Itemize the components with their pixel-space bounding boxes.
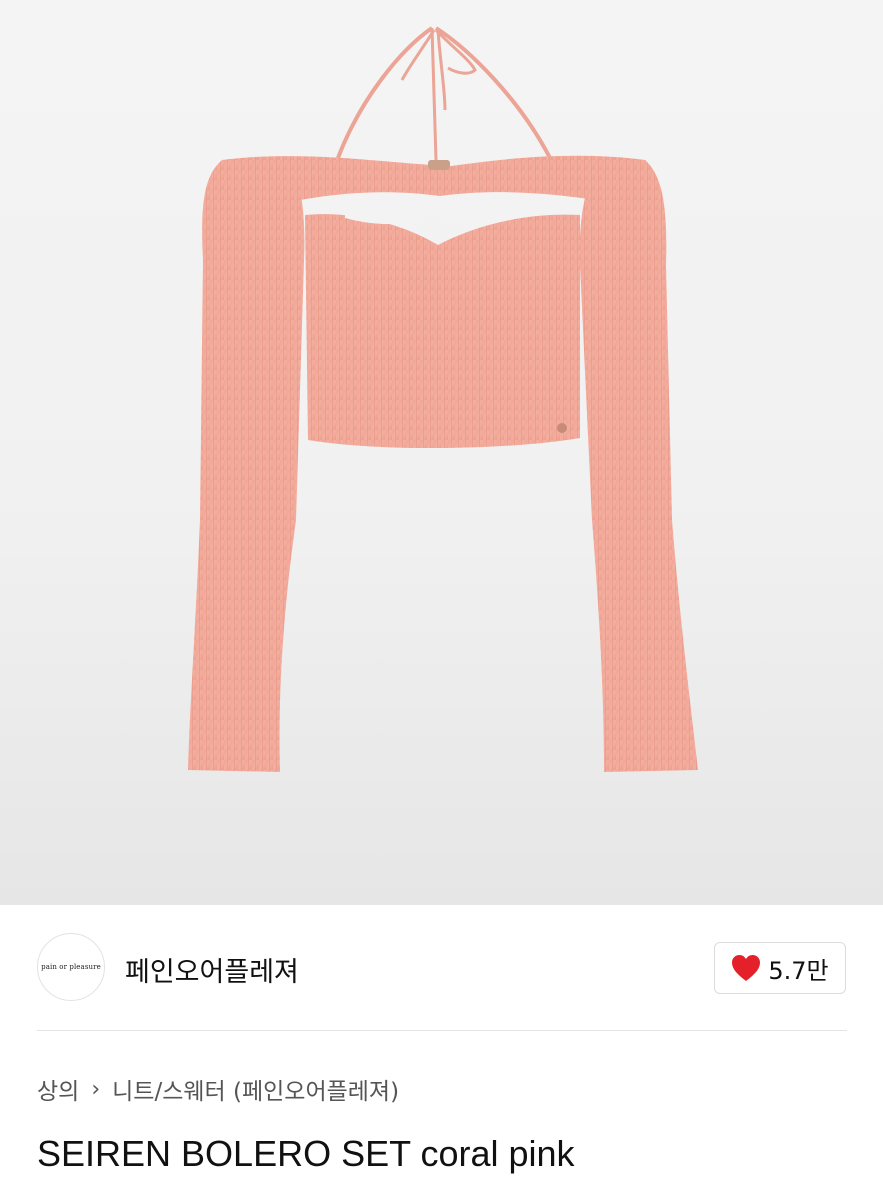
- divider: [37, 1030, 847, 1031]
- chevron-right-icon: ›: [91, 1076, 101, 1102]
- brand-name[interactable]: 페인오어플레져: [125, 950, 299, 989]
- like-count: 5.7만: [768, 956, 829, 985]
- product-image[interactable]: [0, 0, 883, 905]
- heart-icon: [732, 955, 761, 981]
- brand-logo[interactable]: pain or pleasure: [37, 933, 105, 1001]
- breadcrumb: 상의 › 니트/스웨터 (페인오어플레져): [37, 1072, 399, 1106]
- like-button[interactable]: 5.7만: [714, 942, 846, 994]
- knit-top-illustration: [188, 26, 698, 772]
- brand-logo-text: pain or pleasure: [41, 963, 101, 971]
- breadcrumb-category[interactable]: 상의: [37, 1072, 79, 1106]
- product-title: SEIREN BOLERO SET coral pink: [37, 1133, 575, 1174]
- breadcrumb-subcategory[interactable]: 니트/스웨터 (페인오어플레져): [112, 1072, 399, 1106]
